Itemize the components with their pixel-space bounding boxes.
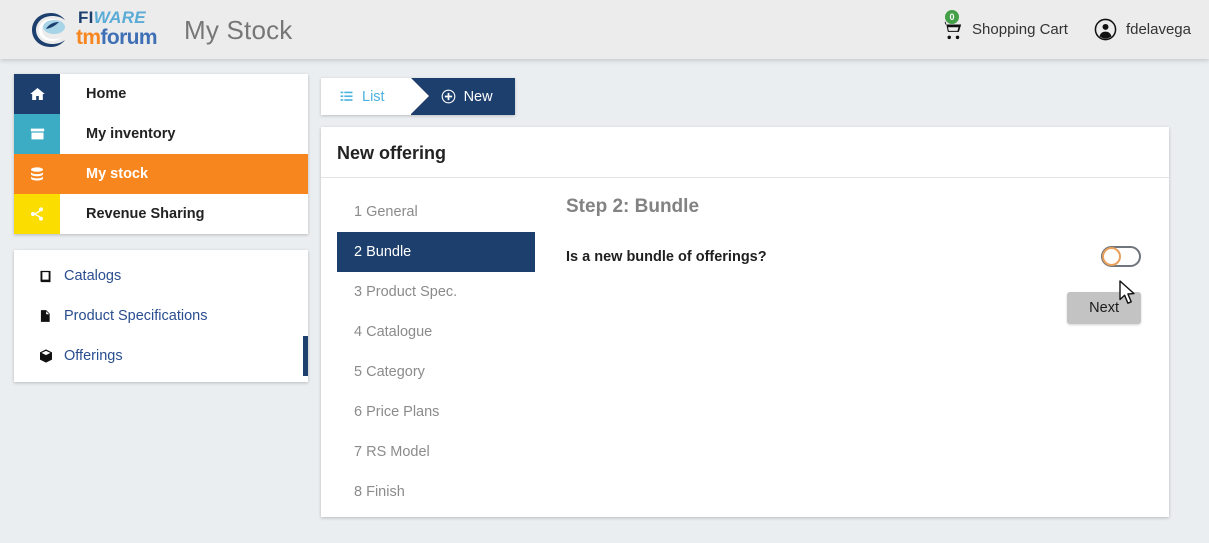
archive-box-icon: [14, 114, 60, 154]
shopping-cart-label: Shopping Cart: [972, 21, 1068, 38]
wizard-actions: Next: [566, 292, 1169, 324]
next-button[interactable]: Next: [1067, 292, 1141, 324]
bundle-toggle-switch[interactable]: [1101, 246, 1141, 267]
step-heading: Step 2: Bundle: [566, 196, 700, 217]
logo-ware: WARE: [93, 8, 146, 27]
shopping-cart-button[interactable]: 0 Shopping Cart: [941, 9, 1068, 41]
wizard-step-catalogue[interactable]: 4 Catalogue: [337, 312, 535, 352]
cart-icon-wrap: 0: [941, 9, 963, 41]
cube-icon: [38, 348, 64, 364]
logo-tm: tm: [76, 26, 101, 49]
user-circle-icon: [1094, 18, 1117, 41]
sidebar-item-product-specifications-label: Product Specifications: [64, 308, 208, 324]
share-icon: [14, 194, 60, 234]
bundle-question-row: Is a new bundle of offerings?: [566, 246, 1169, 267]
logo-forum: forum: [100, 26, 157, 49]
list-icon: [340, 91, 353, 101]
logo-fi: FI: [78, 8, 94, 27]
sidebar-item-my-stock[interactable]: My stock: [14, 154, 308, 194]
wizard-step-category[interactable]: 5 Category: [337, 352, 535, 392]
logo-tmforum-text: tmforum: [76, 26, 158, 49]
file-icon: [38, 308, 64, 324]
user-menu-button[interactable]: fdelavega: [1094, 18, 1191, 41]
sidebar-item-catalogs[interactable]: Catalogs: [14, 256, 308, 296]
user-name-label: fdelavega: [1125, 21, 1191, 38]
sidebar-submenu: Catalogs Product Specifications Offering…: [14, 250, 308, 382]
logo-fiware-text: FIWARE: [78, 9, 146, 26]
book-icon: [38, 269, 64, 284]
brand: FIWARE tmforum My Stock: [30, 5, 293, 55]
home-icon: [14, 74, 60, 114]
wizard-step-finish[interactable]: 8 Finish: [337, 472, 535, 512]
fiware-swirl-icon: [32, 13, 65, 47]
wizard-step-price-plans[interactable]: 6 Price Plans: [337, 392, 535, 432]
sidebar-item-offerings-label: Offerings: [64, 348, 123, 364]
wizard-form-area: Step 2: Bundle Is a new bundle of offeri…: [535, 186, 1169, 512]
app-title: My Stock: [184, 14, 293, 45]
wizard-step-general[interactable]: 1 General: [337, 192, 535, 232]
sidebar-item-catalogs-label: Catalogs: [64, 268, 122, 284]
new-offering-panel: New offering 1 General 2 Bundle 3 Produc…: [321, 127, 1169, 517]
header-actions: 0 Shopping Cart fdelavega: [941, 0, 1191, 59]
sidebar-item-home-label: Home: [86, 86, 127, 102]
plus-circle-icon: [441, 89, 455, 104]
wizard-step-bundle[interactable]: 2 Bundle: [337, 232, 535, 272]
sidebar-item-product-specifications[interactable]: Product Specifications: [14, 296, 308, 336]
bundle-question-label: Is a new bundle of offerings?: [566, 248, 767, 265]
breadcrumb-tab-list[interactable]: List: [321, 78, 429, 115]
sidebar-item-revenue-sharing[interactable]: Revenue Sharing: [14, 194, 308, 234]
sidebar-item-offerings[interactable]: Offerings: [14, 336, 308, 376]
sidebar-item-home[interactable]: Home: [14, 74, 308, 114]
sidebar-item-my-stock-label: My stock: [86, 166, 149, 182]
app-header: FIWARE tmforum My Stock 0 Shopping Cart: [0, 0, 1209, 59]
database-icon: [14, 154, 60, 194]
breadcrumb-tab-new-label: New: [463, 88, 493, 105]
breadcrumb: List New: [321, 78, 515, 115]
cart-count-badge: 0: [945, 9, 960, 24]
sidebar-item-revenue-sharing-label: Revenue Sharing: [86, 206, 205, 222]
sidebar-primary-nav: Home My inventory My stock Revenue Shari…: [14, 74, 308, 234]
sidebar-item-my-inventory-label: My inventory: [86, 126, 176, 142]
wizard-step-rs-model[interactable]: 7 RS Model: [337, 432, 535, 472]
wizard-step-list: 1 General 2 Bundle 3 Product Spec. 4 Cat…: [321, 186, 535, 512]
wizard-step-product-spec[interactable]: 3 Product Spec.: [337, 272, 535, 312]
fiware-tmforum-logo[interactable]: FIWARE tmforum: [30, 7, 168, 53]
breadcrumb-tab-list-label: List: [362, 88, 385, 105]
bundle-toggle-knob: [1102, 247, 1121, 266]
sidebar-item-my-inventory[interactable]: My inventory: [14, 114, 308, 154]
page-title: New offering: [321, 127, 1169, 178]
panel-body: 1 General 2 Bundle 3 Product Spec. 4 Cat…: [321, 178, 1169, 512]
